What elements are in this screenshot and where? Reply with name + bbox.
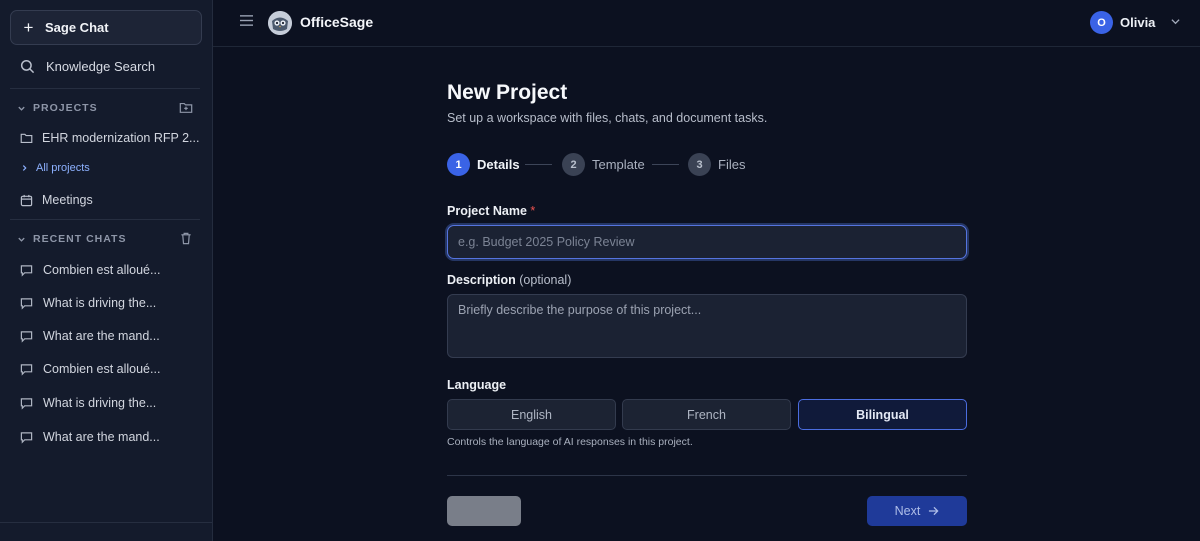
chat-item[interactable]: Combien est alloué... bbox=[20, 261, 160, 279]
project-name-label: Project Name * bbox=[447, 204, 535, 218]
sidebar-divider bbox=[10, 219, 200, 220]
step-connector bbox=[652, 164, 679, 165]
chat-bubble-icon bbox=[20, 397, 33, 410]
sidebar-divider bbox=[10, 88, 200, 89]
sage-chat-label: Sage Chat bbox=[45, 20, 109, 35]
step-2-number: 2 bbox=[562, 153, 585, 176]
top-bar: OfficeSage O Olivia bbox=[213, 0, 1200, 47]
chat-item-label: What are the mand... bbox=[43, 329, 160, 343]
chat-bubble-icon bbox=[20, 330, 33, 343]
chat-item[interactable]: What are the mand... bbox=[20, 428, 160, 446]
step-1-label: Details bbox=[477, 157, 520, 172]
recent-chats-heading: RECENT CHATS bbox=[33, 233, 127, 245]
trash-icon[interactable] bbox=[180, 232, 192, 245]
back-button[interactable] bbox=[447, 496, 521, 526]
chat-bubble-icon bbox=[20, 264, 33, 277]
hamburger-icon[interactable] bbox=[239, 14, 254, 27]
language-label: Language bbox=[447, 378, 507, 392]
chat-bubble-icon bbox=[20, 431, 33, 444]
page-subtitle: Set up a workspace with files, chats, an… bbox=[447, 111, 768, 125]
form-divider bbox=[447, 475, 967, 476]
knowledge-search-link[interactable]: Knowledge Search bbox=[20, 56, 155, 76]
calendar-icon bbox=[20, 194, 33, 207]
sidebar-item-project[interactable]: EHR modernization RFP 2... bbox=[20, 128, 199, 148]
sidebar: + Sage Chat Knowledge Search PROJECTS EH… bbox=[0, 0, 213, 541]
chat-item-label: What is driving the... bbox=[43, 396, 157, 410]
chat-item[interactable]: Combien est alloué... bbox=[20, 360, 160, 378]
plus-icon: + bbox=[23, 18, 34, 37]
description-label-text: Description bbox=[447, 273, 516, 287]
language-option-english[interactable]: English bbox=[447, 399, 616, 430]
next-button[interactable]: Next bbox=[867, 496, 967, 526]
projects-heading: PROJECTS bbox=[33, 102, 98, 114]
sidebar-item-meetings[interactable]: Meetings bbox=[20, 190, 93, 210]
app-title: OfficeSage bbox=[300, 14, 374, 30]
description-input[interactable] bbox=[447, 294, 967, 358]
language-option-bilingual[interactable]: Bilingual bbox=[798, 399, 967, 430]
chat-item[interactable]: What are the mand... bbox=[20, 327, 160, 345]
chevron-down-icon[interactable] bbox=[1170, 17, 1181, 26]
meetings-label: Meetings bbox=[42, 193, 93, 207]
step-1-number: 1 bbox=[447, 153, 470, 176]
step-2-label: Template bbox=[592, 157, 645, 172]
chat-item-label: Combien est alloué... bbox=[43, 362, 161, 376]
app-logo-icon bbox=[268, 11, 292, 35]
next-button-label: Next bbox=[894, 504, 921, 518]
all-projects-label: All projects bbox=[36, 162, 90, 174]
step-3-label: Files bbox=[718, 157, 746, 172]
arrow-right-icon bbox=[928, 506, 939, 516]
chat-bubble-icon bbox=[20, 363, 33, 376]
step-3-number: 3 bbox=[688, 153, 711, 176]
language-option-french[interactable]: French bbox=[622, 399, 791, 430]
chevron-right-icon bbox=[21, 164, 28, 172]
avatar[interactable]: O bbox=[1090, 11, 1113, 34]
chat-bubble-icon bbox=[20, 297, 33, 310]
all-projects-link[interactable]: All projects bbox=[21, 161, 90, 175]
search-icon bbox=[20, 59, 35, 74]
recent-chats-section-toggle[interactable]: RECENT CHATS bbox=[17, 232, 126, 246]
description-optional-text: (optional) bbox=[519, 273, 572, 287]
chat-item-label: What are the mand... bbox=[43, 430, 160, 444]
step-connector bbox=[525, 164, 552, 165]
knowledge-search-label: Knowledge Search bbox=[46, 58, 156, 74]
folder-plus-icon[interactable] bbox=[179, 101, 193, 114]
chevron-down-icon bbox=[17, 104, 26, 113]
description-label: Description (optional) bbox=[447, 273, 571, 287]
page-title: New Project bbox=[447, 81, 568, 104]
chat-item[interactable]: What is driving the... bbox=[20, 294, 156, 312]
project-name-input[interactable] bbox=[447, 225, 967, 259]
folder-icon bbox=[20, 132, 33, 144]
chat-item-label: Combien est alloué... bbox=[43, 263, 161, 277]
sage-chat-button[interactable]: + Sage Chat bbox=[10, 10, 202, 45]
projects-section-toggle[interactable]: PROJECTS bbox=[17, 101, 98, 115]
sidebar-divider bbox=[0, 522, 212, 523]
chat-item[interactable]: What is driving the... bbox=[20, 394, 156, 412]
required-mark: * bbox=[530, 204, 536, 218]
project-item-label: EHR modernization RFP 2... bbox=[42, 131, 200, 145]
chevron-down-icon bbox=[17, 235, 26, 244]
user-name[interactable]: Olivia bbox=[1120, 15, 1155, 30]
language-helper-text: Controls the language of AI responses in… bbox=[447, 436, 693, 448]
chat-item-label: What is driving the... bbox=[43, 296, 157, 310]
project-name-label-text: Project Name bbox=[447, 204, 527, 218]
